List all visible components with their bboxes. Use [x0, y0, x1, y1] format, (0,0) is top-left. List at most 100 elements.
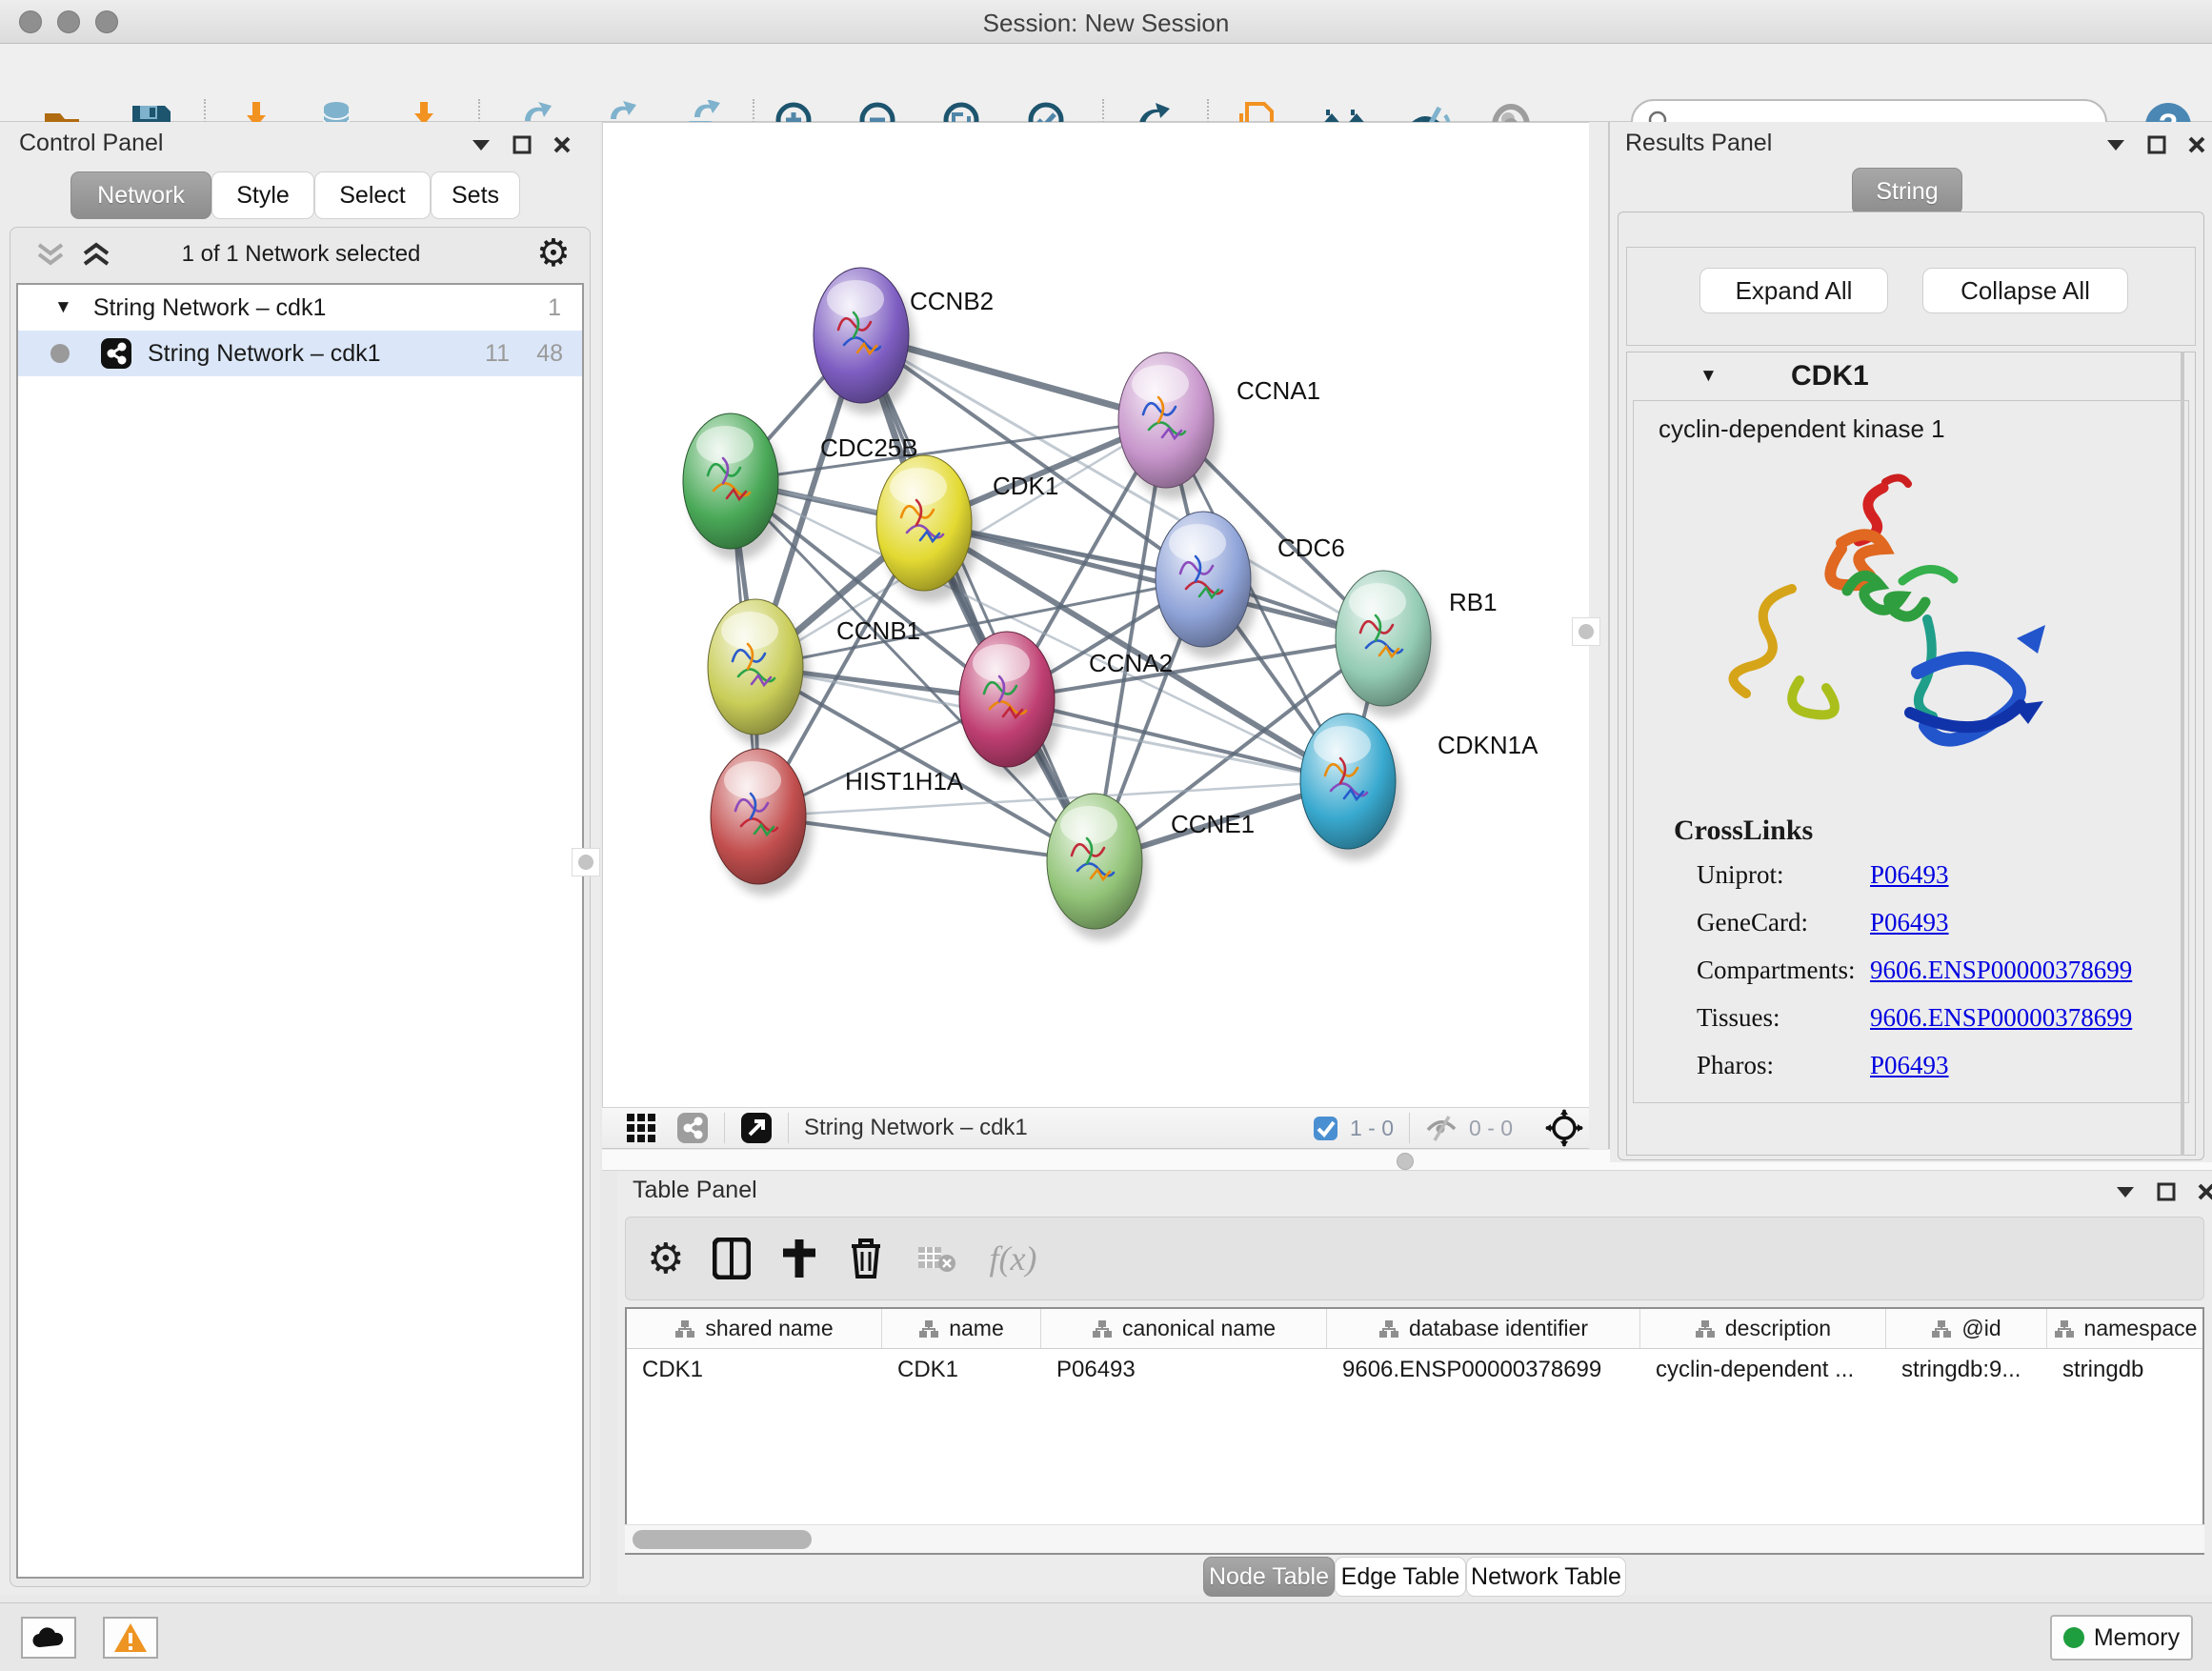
fit-selected-crosshair-icon[interactable] — [1545, 1109, 1583, 1147]
panel-float-menu-icon[interactable] — [2105, 138, 2126, 151]
tab-network[interactable]: Network — [70, 171, 211, 219]
panel-float-menu-icon[interactable] — [2115, 1185, 2136, 1198]
table-cell[interactable]: stringdb:9... — [1886, 1349, 2047, 1391]
column-attribute-icon — [674, 1319, 695, 1339]
memory-status-dot-icon — [2063, 1627, 2084, 1648]
node-HIST1H1A[interactable]: HIST1H1A — [711, 749, 964, 896]
column-header-database-identifier[interactable]: database identifier — [1327, 1309, 1640, 1348]
gene-expander-icon[interactable]: ▼ — [1699, 366, 1718, 387]
birds-eye-grid-icon[interactable] — [627, 1114, 655, 1142]
column-header-canonical-name[interactable]: canonical name — [1041, 1309, 1327, 1348]
network-options-gear-icon[interactable]: ⚙ — [536, 232, 571, 275]
tab-sets[interactable]: Sets — [431, 171, 520, 219]
tab-select[interactable]: Select — [314, 171, 431, 219]
table-cell[interactable]: stringdb — [2047, 1349, 2204, 1391]
panel-close-icon[interactable] — [2187, 135, 2206, 154]
string-results-group: Expand All Collapse All ▼ CDK1 cyclin-de… — [1618, 211, 2204, 1160]
network-view-toolbar: String Network – cdk1 1 - 0 0 - 0 — [602, 1107, 1589, 1149]
panel-float-icon[interactable] — [513, 135, 532, 154]
crosslink-value-link[interactable]: 9606.ENSP00000378699 — [1870, 956, 2132, 985]
column-header-description[interactable]: description — [1640, 1309, 1886, 1348]
crosslink-value-link[interactable]: P06493 — [1870, 860, 1949, 890]
node-label-CDC25B: CDC25B — [820, 433, 918, 462]
crosslink-row: GeneCard:P06493 — [1697, 908, 2188, 937]
expand-all-button[interactable]: Expand All — [1699, 268, 1888, 313]
table-hscroll-thumb[interactable] — [633, 1530, 812, 1549]
results-vscroll[interactable] — [2181, 352, 2184, 1156]
panel-float-icon[interactable] — [2157, 1182, 2176, 1201]
node-CDKN1A[interactable]: CDKN1A — [1300, 714, 1538, 860]
column-header-label: namespace — [2084, 1316, 2198, 1341]
table-hscroll[interactable] — [625, 1524, 2204, 1553]
panel-float-icon[interactable] — [2147, 135, 2166, 154]
warning-status-button[interactable] — [103, 1617, 158, 1659]
table-row[interactable]: CDK1CDK1P064939606.ENSP00000378699cyclin… — [627, 1349, 2202, 1391]
network-row[interactable]: String Network – cdk1 11 48 — [18, 331, 582, 376]
node-label-HIST1H1A: HIST1H1A — [845, 767, 964, 795]
table-cell[interactable]: cyclin-dependent ... — [1640, 1349, 1886, 1391]
show-columns-icon[interactable] — [713, 1238, 751, 1279]
network-collection-row[interactable]: ▼ String Network – cdk1 1 — [18, 285, 582, 331]
network-share-icon[interactable] — [676, 1112, 709, 1144]
node-CDK1[interactable]: CDK1 — [876, 455, 1058, 602]
network-selection-summary: 1 of 1 Network selected — [10, 241, 592, 268]
network-edges[interactable] — [731, 335, 1383, 861]
column-header-label: database identifier — [1409, 1316, 1588, 1341]
network-view-canvas[interactable]: CCNB2CCNA1CDC25BCDK1CDC6RB1CCNB1CCNA2CDK… — [602, 122, 1589, 1107]
navbar-separator — [724, 1113, 725, 1143]
tab-style[interactable]: Style — [211, 171, 314, 219]
cloud-status-button[interactable] — [21, 1617, 76, 1659]
crosslink-value-link[interactable]: P06493 — [1870, 1051, 1949, 1080]
table-options-gear-icon[interactable]: ⚙ — [647, 1235, 684, 1283]
crosslinks-title: CrossLinks — [1674, 815, 2188, 847]
crosslink-row: Pharos:P06493 — [1697, 1051, 2188, 1080]
memory-label: Memory — [2094, 1624, 2180, 1652]
right-splitter-handle[interactable] — [1572, 617, 1600, 646]
cloud-icon — [31, 1626, 66, 1649]
panel-close-icon[interactable] — [2197, 1182, 2212, 1201]
collapse-all-button[interactable]: Collapse All — [1922, 268, 2128, 313]
column-header-namespace[interactable]: namespace — [2047, 1309, 2204, 1348]
left-splitter-handle[interactable] — [572, 848, 600, 876]
table-cell[interactable]: CDK1 — [627, 1349, 882, 1391]
crosslink-value-link[interactable]: P06493 — [1870, 908, 1949, 937]
splitter-dot-icon — [1397, 1153, 1414, 1170]
add-column-icon[interactable] — [781, 1238, 817, 1279]
collection-label: String Network – cdk1 — [93, 294, 327, 322]
panel-close-icon[interactable] — [553, 135, 572, 154]
selected-nodes-checkbox-icon[interactable] — [1313, 1116, 1338, 1141]
node-CDC6[interactable]: CDC6 — [1156, 512, 1345, 658]
table-cell[interactable]: P06493 — [1041, 1349, 1327, 1391]
node-label-CCNE1: CCNE1 — [1171, 810, 1255, 838]
crosslink-row: Compartments:9606.ENSP00000378699 — [1697, 956, 2188, 985]
tab-edge-table[interactable]: Edge Table — [1335, 1557, 1466, 1597]
table-cell[interactable]: CDK1 — [882, 1349, 1041, 1391]
node-CCNB2[interactable]: CCNB2 — [814, 268, 994, 414]
tab-string[interactable]: String — [1852, 168, 1962, 215]
memory-button[interactable]: Memory — [2050, 1615, 2193, 1661]
crosslink-value-link[interactable]: 9606.ENSP00000378699 — [1870, 1003, 2132, 1033]
delete-column-icon[interactable] — [848, 1237, 884, 1280]
node-table: shared namenamecanonical name database id… — [625, 1307, 2204, 1555]
node-RB1[interactable]: RB1 — [1336, 571, 1498, 717]
open-in-window-icon[interactable] — [740, 1112, 773, 1144]
node-CCNA1[interactable]: CCNA1 — [1118, 352, 1320, 499]
delete-table-icon[interactable] — [916, 1243, 956, 1274]
column-header--id[interactable]: @id — [1886, 1309, 2047, 1348]
node-CCNA2[interactable]: CCNA2 — [959, 632, 1173, 778]
crosslink-row: Uniprot:P06493 — [1697, 860, 2188, 890]
table-toolbar: ⚙ f(x) — [625, 1217, 2204, 1300]
navbar-separator — [1409, 1113, 1410, 1143]
column-header-shared-name[interactable]: shared name — [627, 1309, 882, 1348]
current-network-dot-icon — [50, 344, 70, 363]
tab-node-table[interactable]: Node Table — [1203, 1557, 1335, 1597]
node-label-CDK1: CDK1 — [993, 472, 1058, 500]
panel-float-menu-icon[interactable] — [471, 138, 492, 151]
collection-expander-icon[interactable]: ▼ — [54, 297, 72, 318]
node-label-CCNA2: CCNA2 — [1089, 649, 1173, 677]
protein-structure-image — [1678, 467, 2078, 791]
tab-network-table[interactable]: Network Table — [1466, 1557, 1626, 1597]
column-header-name[interactable]: name — [882, 1309, 1041, 1348]
function-builder-icon[interactable]: f(x) — [989, 1238, 1036, 1278]
table-cell[interactable]: 9606.ENSP00000378699 — [1327, 1349, 1640, 1391]
